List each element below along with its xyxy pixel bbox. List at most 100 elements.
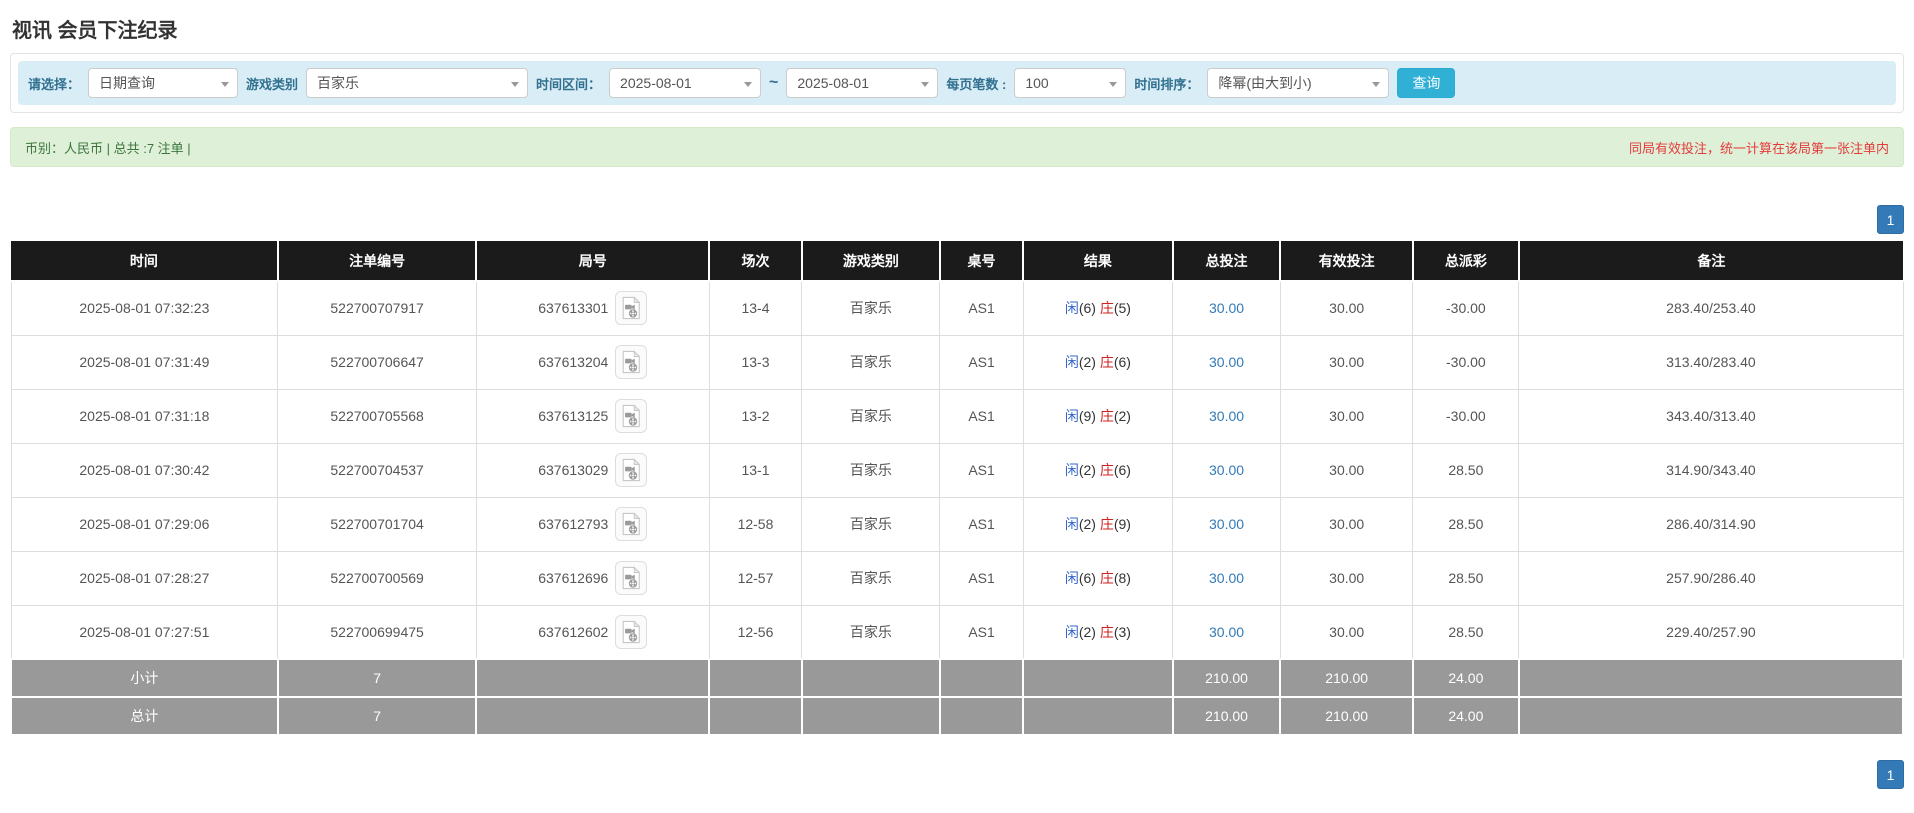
video-record-icon[interactable] <box>615 453 648 487</box>
total-bet-link[interactable]: 30.00 <box>1209 354 1244 370</box>
remark-cell: 229.40/257.90 <box>1518 604 1904 660</box>
video-record-icon[interactable] <box>615 507 648 541</box>
table-header-row: 时间 注单编号 局号 场次 游戏类别 桌号 结果 总投注 有效投注 总派彩 备注 <box>11 241 1903 282</box>
video-record-icon[interactable] <box>615 561 648 595</box>
chevron-down-icon <box>511 82 520 87</box>
player-result-label: 闲 <box>1064 300 1079 317</box>
game-type-select[interactable]: 百家乐 <box>306 68 529 98</box>
player-result-label: 闲 <box>1064 462 1079 478</box>
col-total-bet: 总投注 <box>1172 241 1282 282</box>
per-page-value: 100 <box>1025 75 1049 91</box>
total-valid-bet: 210.00 <box>1279 696 1414 736</box>
banker-result-value: (8) <box>1113 570 1131 586</box>
date-to-input[interactable]: 2025-08-01 <box>786 68 939 98</box>
total-bet-link[interactable]: 30.00 <box>1209 624 1244 640</box>
remark-cell: 314.90/343.40 <box>1518 442 1904 498</box>
player-result-value: (2) <box>1078 462 1096 478</box>
round-no-cell: 637613125 <box>475 388 710 444</box>
payout-cell: -30.00 <box>1412 334 1520 390</box>
round-no-value: 637612696 <box>538 570 609 586</box>
result-cell: 闲(2) 庄(3) <box>1022 604 1174 660</box>
chevron-down-icon <box>921 82 930 87</box>
chevron-down-icon <box>744 82 753 87</box>
bet-no-cell: 522700700569 <box>277 550 477 606</box>
video-record-icon[interactable] <box>615 345 648 379</box>
time-cell: 2025-08-01 07:31:18 <box>10 388 279 444</box>
date-to-value: 2025-08-01 <box>797 75 870 91</box>
player-result-value: (2) <box>1078 623 1096 640</box>
summary-bar: 币别：人民币 | 总共 :7 注单 | 同局有效投注，统一计算在该局第一张注单内 <box>10 127 1904 167</box>
table-row: 2025-08-01 07:31:49 522700706647 6376132… <box>10 334 1904 390</box>
table-row: 2025-08-01 07:32:23 522700707917 6376133… <box>10 280 1904 336</box>
remark-cell: 283.40/253.40 <box>1518 280 1904 336</box>
date-from-input[interactable]: 2025-08-01 <box>609 68 762 98</box>
page-1-button[interactable]: 1 <box>1877 760 1904 789</box>
time-cell: 2025-08-01 07:31:49 <box>10 334 279 390</box>
total-bet-link[interactable]: 30.00 <box>1209 516 1244 532</box>
per-page-select[interactable]: 100 <box>1014 68 1127 98</box>
banker-result-label: 庄 <box>1099 462 1114 478</box>
col-round-no: 局号 <box>476 241 711 282</box>
banker-result-label: 庄 <box>1099 570 1114 586</box>
query-type-select[interactable]: 日期查询 <box>88 68 239 98</box>
round-no-value: 637613204 <box>538 354 609 370</box>
sort-order-select[interactable]: 降幂(由大到小) <box>1207 68 1390 98</box>
round-no-cell: 637613301 <box>475 280 710 336</box>
banker-result-label: 庄 <box>1099 623 1114 640</box>
total-bet-link[interactable]: 30.00 <box>1209 462 1244 478</box>
result-cell: 闲(2) 庄(6) <box>1022 334 1174 390</box>
valid-bet-cell: 30.00 <box>1279 280 1414 336</box>
time-range-label: 时间区间： <box>536 76 602 92</box>
payout-cell: 28.50 <box>1412 550 1520 606</box>
pagination-bottom: 1 <box>10 760 1904 789</box>
player-result-value: (6) <box>1078 570 1096 586</box>
game-type-cell: 百家乐 <box>801 604 941 660</box>
table-no-cell: AS1 <box>939 388 1024 444</box>
search-button[interactable]: 查询 <box>1397 68 1456 98</box>
total-bet-link[interactable]: 30.00 <box>1209 570 1244 586</box>
session-cell: 13-1 <box>708 442 803 498</box>
total-count: 7 <box>276 696 478 736</box>
time-cell: 2025-08-01 07:28:27 <box>10 550 279 606</box>
game-type-label: 游戏类别 <box>246 76 299 92</box>
total-bet-link[interactable]: 30.00 <box>1209 300 1244 316</box>
valid-bet-cell: 30.00 <box>1279 334 1414 390</box>
player-result-label: 闲 <box>1064 623 1079 640</box>
filter-strip: 请选择： 日期查询 游戏类别 百家乐 时间区间： 2025-08-01 ~ 20… <box>18 61 1896 105</box>
video-record-icon[interactable] <box>615 291 648 326</box>
table-no-cell: AS1 <box>939 280 1024 336</box>
subtotal-payout: 24.00 <box>1411 658 1520 698</box>
game-type-cell: 百家乐 <box>801 388 941 444</box>
total-label: 总计 <box>10 696 279 736</box>
col-game-type: 游戏类别 <box>801 241 941 282</box>
banker-result-value: (5) <box>1113 300 1131 317</box>
result-cell: 闲(2) 庄(6) <box>1022 442 1174 498</box>
subtotal-label: 小计 <box>10 658 279 698</box>
video-record-icon[interactable] <box>615 614 648 649</box>
table-no-cell: AS1 <box>939 550 1024 606</box>
time-cell: 2025-08-01 07:29:06 <box>10 496 279 552</box>
player-result-label: 闲 <box>1064 516 1079 532</box>
col-payout: 总派彩 <box>1412 241 1520 282</box>
bet-no-cell: 522700699475 <box>277 604 477 660</box>
bet-no-cell: 522700704537 <box>277 442 477 498</box>
total-bet-cell: 30.00 <box>1172 334 1281 390</box>
bet-no-cell: 522700701704 <box>277 496 477 552</box>
chevron-down-icon <box>221 82 230 87</box>
table-no-cell: AS1 <box>939 496 1024 552</box>
page-1-button[interactable]: 1 <box>1877 205 1904 234</box>
remark-cell: 286.40/314.90 <box>1518 496 1904 552</box>
player-result-label: 闲 <box>1064 354 1079 370</box>
total-bet-cell: 30.00 <box>1172 280 1281 336</box>
total-bet-cell: 30.00 <box>1172 550 1281 606</box>
video-record-icon[interactable] <box>615 399 648 433</box>
banker-result-value: (6) <box>1113 462 1131 478</box>
session-cell: 12-57 <box>708 550 803 606</box>
player-result-value: (2) <box>1078 354 1096 370</box>
round-no-value: 637613029 <box>538 462 609 478</box>
col-session: 场次 <box>709 241 803 282</box>
game-type-cell: 百家乐 <box>801 442 941 498</box>
total-bet-link[interactable]: 30.00 <box>1209 408 1244 424</box>
table-no-cell: AS1 <box>939 442 1024 498</box>
col-valid-bet: 有效投注 <box>1280 241 1414 282</box>
